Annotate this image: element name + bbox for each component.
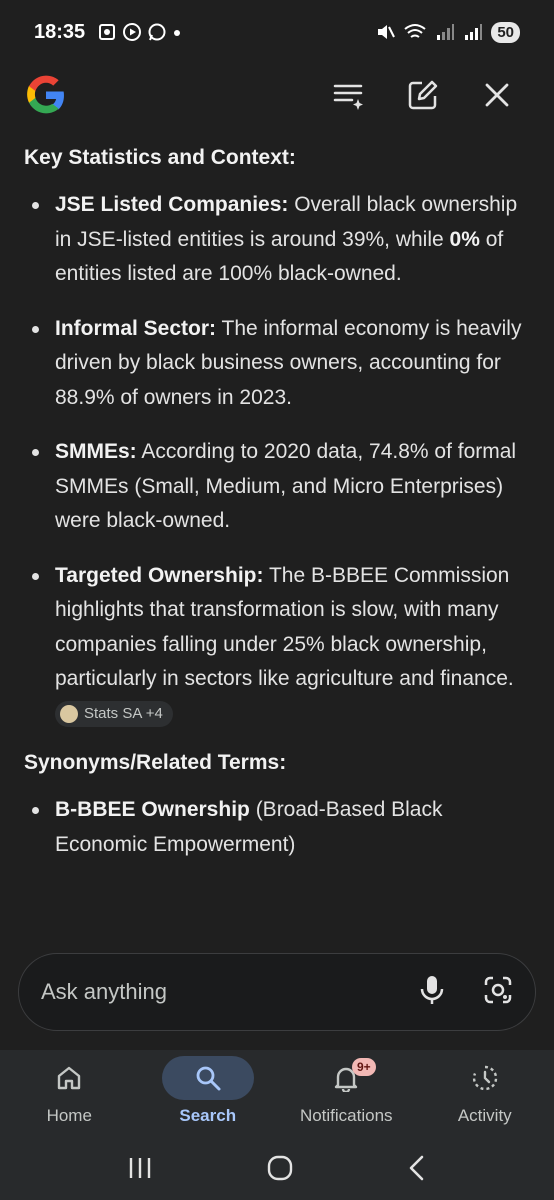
app-header — [0, 64, 554, 126]
status-bar: 18:35 50 — [0, 0, 554, 64]
nav-label: Search — [179, 1106, 237, 1125]
signal-2-icon — [465, 24, 483, 40]
lens-camera-icon[interactable] — [483, 975, 513, 1010]
nav-label: Home — [46, 1106, 92, 1125]
source-chip-label: Stats SA +4 — [84, 704, 163, 722]
system-navigation-bar — [0, 1140, 554, 1200]
section-heading-key-stats: Key Statistics and Context: — [24, 146, 296, 169]
bell-icon — [300, 1056, 392, 1100]
section-heading-synonyms: Synonyms/Related Terms: — [24, 751, 287, 774]
ask-bar — [18, 953, 536, 1031]
search-icon — [161, 1056, 254, 1100]
battery-level: 50 — [491, 21, 520, 43]
home-button-icon[interactable] — [267, 1155, 293, 1186]
history-list-icon[interactable] — [332, 78, 366, 112]
bullet-title: Informal Sector: — [55, 316, 217, 340]
status-system-icons: 50 — [375, 21, 520, 43]
ask-bar-actions — [419, 975, 513, 1010]
list-item: JSE Listed Companies: Overall black owne… — [24, 188, 530, 292]
back-icon[interactable] — [407, 1155, 427, 1186]
nav-label: Notifications — [299, 1106, 393, 1125]
header-actions — [332, 78, 530, 112]
dot-icon — [174, 30, 181, 36]
recent-apps-icon[interactable] — [127, 1156, 153, 1185]
bullet-title: Targeted Ownership: — [55, 563, 264, 587]
bullet-bold-value: 0% — [449, 227, 480, 251]
close-icon[interactable] — [480, 78, 514, 112]
nav-item-search[interactable]: Search — [139, 1050, 278, 1140]
microphone-icon[interactable] — [419, 975, 445, 1010]
notification-badge: 9+ — [352, 1058, 376, 1076]
bullet-title: B-BBEE Ownership — [55, 798, 250, 821]
list-item: Informal Sector: The informal economy is… — [24, 312, 530, 416]
source-avatar-icon — [60, 704, 78, 723]
wifi-icon — [404, 24, 426, 38]
screenshot-icon — [99, 24, 116, 40]
home-icon — [23, 1056, 115, 1100]
key-stats-list: JSE Listed Companies: Overall black owne… — [24, 188, 530, 731]
nav-item-notifications[interactable]: 9+ Notifications — [277, 1050, 416, 1140]
mute-icon — [378, 25, 396, 39]
youtube-music-icon — [123, 23, 142, 41]
list-item: B-BBEE Ownership (Broad-Based Black Econ… — [24, 793, 530, 862]
nav-label: Activity — [457, 1106, 512, 1125]
compose-icon[interactable] — [406, 78, 440, 112]
related-terms-list: B-BBEE Ownership (Broad-Based Black Econ… — [24, 793, 530, 862]
list-item: SMMEs: According to 2020 data, 74.8% of … — [24, 435, 530, 539]
bullet-title: SMMEs: — [55, 440, 137, 463]
status-notification-icons — [97, 22, 182, 42]
bottom-navigation: Home Search 9+ Notifications Activity — [0, 1050, 554, 1140]
bullet-title: JSE Listed Companies: — [55, 193, 289, 216]
ask-input[interactable] — [41, 979, 419, 1005]
signal-icon — [437, 24, 455, 40]
source-chip[interactable]: Stats SA +4 — [55, 700, 173, 727]
activity-icon — [439, 1056, 531, 1100]
list-item: Targeted Ownership: The B-BBEE Commissio… — [24, 559, 530, 732]
whatsapp-icon — [148, 23, 166, 41]
ai-answer-content: Key Statistics and Context: JSE Listed C… — [0, 126, 554, 946]
nav-item-activity[interactable]: Activity — [416, 1050, 554, 1140]
status-time: 18:35 — [34, 20, 86, 43]
google-g-logo — [27, 75, 64, 114]
nav-item-home[interactable]: Home — [0, 1050, 139, 1140]
